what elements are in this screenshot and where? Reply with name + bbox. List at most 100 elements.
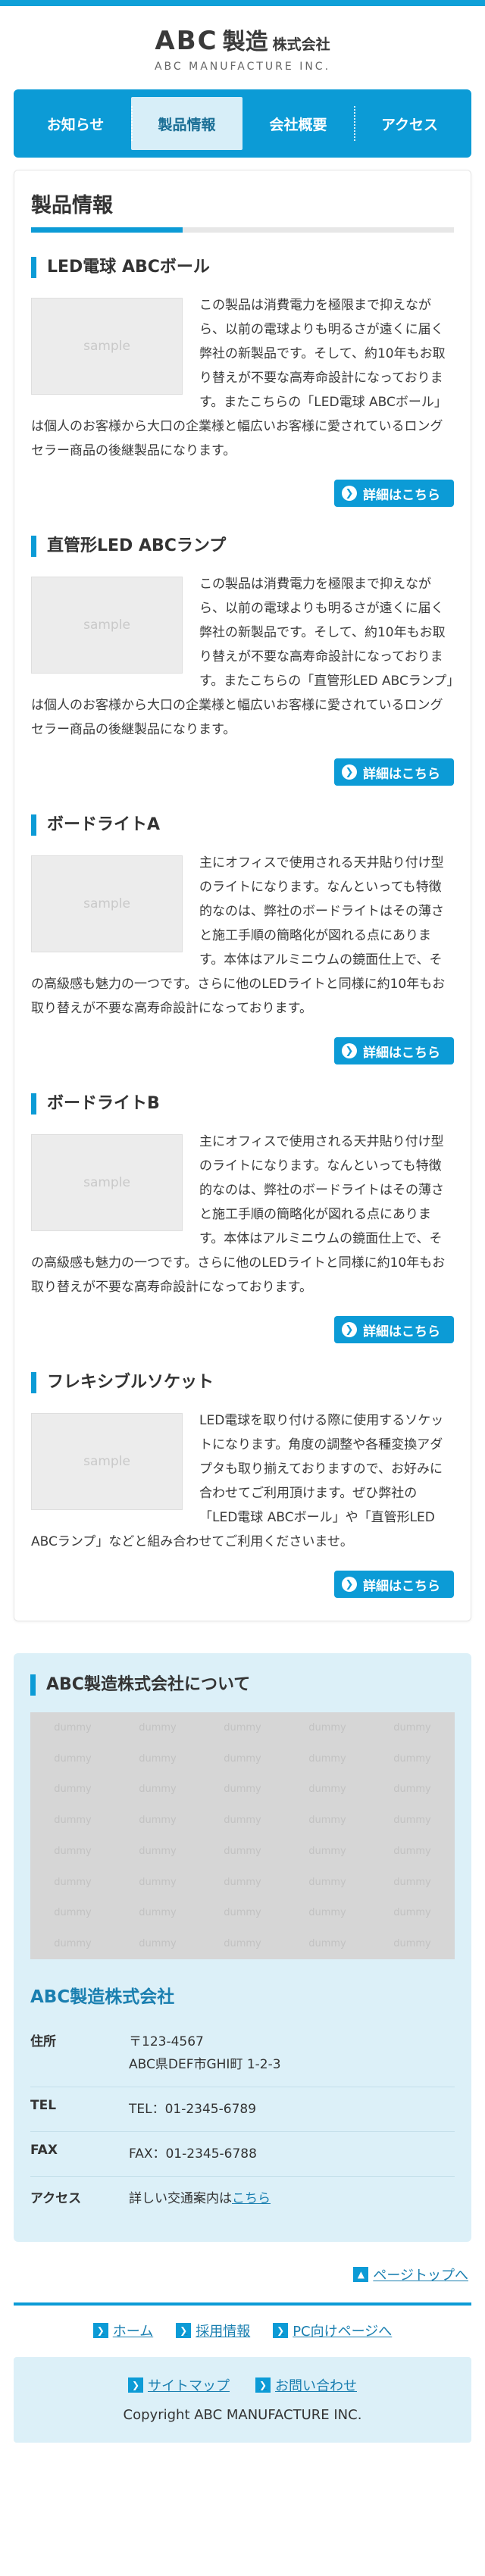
product-body: sample この製品は消費電力を極限まで抑えながら、以前の電球よりも明るさが遠… (31, 572, 454, 742)
site-header: ABC 製造 株式会社 ABC MANUFACTURE INC. (0, 6, 485, 89)
map-dummy-label: dummy (393, 1876, 431, 1888)
pagetop-label: ページトップへ (373, 2268, 468, 2284)
chevron-right-icon: ❯ (342, 486, 357, 501)
product-name: ボードライトA (31, 814, 454, 836)
info-row-fax: FAX FAX：01-2345-6788 (30, 2132, 455, 2177)
access-link[interactable]: こちら (232, 2191, 271, 2206)
map-dummy-label: dummy (308, 1815, 346, 1827)
map-dummy-label: dummy (224, 1876, 261, 1888)
pagetop-link[interactable]: ▲ ページトップへ (353, 2265, 468, 2284)
logo-seizo: 製造 (222, 29, 268, 55)
map-dummy-label: dummy (139, 1815, 177, 1827)
nav-item-products[interactable]: 製品情報 (131, 97, 242, 150)
map-dummy-label: dummy (139, 1784, 177, 1796)
map-dummy-label: dummy (224, 1845, 261, 1857)
map-dummy-label: dummy (393, 1907, 431, 1919)
detail-button[interactable]: ❯ 詳細はこちら (334, 758, 454, 786)
site-logo[interactable]: ABC 製造 株式会社 (0, 23, 485, 56)
map-dummy-label: dummy (393, 1845, 431, 1857)
address: ABC県DEF市GHI町 1-2-3 (129, 2057, 281, 2072)
map-dummy-label: dummy (224, 1784, 261, 1796)
product-name: LED電球 ABCボール (31, 257, 454, 278)
top-accent-bar (0, 0, 485, 6)
product-sample-image: sample (31, 1413, 183, 1510)
map-placeholder[interactable]: dummy dummy dummy dummy dummy dummy dummy dummy… (30, 1712, 455, 1959)
map-dummy-label: dummy (139, 1938, 177, 1950)
map-dummy-label: dummy (54, 1907, 92, 1919)
nav-item-access[interactable]: アクセス (354, 97, 465, 150)
product-sample-image: sample (31, 577, 183, 674)
footer-link-contact[interactable]: ❯ お問い合わせ (255, 2375, 357, 2395)
detail-button-label: 詳細はこちら (363, 766, 440, 782)
copyright: Copyright ABC MANUFACTURE INC. (123, 2407, 362, 2423)
title-underline (31, 227, 454, 233)
map-dummy-label: dummy (224, 1815, 261, 1827)
map-dummy-label: dummy (224, 1907, 261, 1919)
detail-button[interactable]: ❯ 詳細はこちら (334, 1571, 454, 1598)
info-label: TEL (30, 2098, 57, 2113)
map-dummy-label: dummy (308, 1721, 346, 1733)
map-dummy-label: dummy (393, 1752, 431, 1765)
detail-button[interactable]: ❯ 詳細はこちら (334, 1316, 454, 1343)
logo-subtitle: ABC MANUFACTURE INC. (154, 61, 331, 73)
chevron-right-icon: ❯ (176, 2323, 192, 2338)
product-body: sample この製品は消費電力を極限まで抑えながら、以前の電球よりも明るさが遠… (31, 293, 454, 463)
map-dummy-label: dummy (54, 1815, 92, 1827)
tel-value: TEL：01-2345-6789 (129, 2102, 257, 2117)
nav-item-company[interactable]: 会社概要 (242, 97, 354, 150)
chevron-right-icon: ❯ (342, 1043, 357, 1058)
footer-nav-secondary: ❯ サイトマップ ❯ お問い合わせ (14, 2375, 471, 2395)
map-dummy-label: dummy (54, 1876, 92, 1888)
map-dummy-label: dummy (224, 1752, 261, 1765)
product-item: ボードライトB sample 主にオフィスで使用される天井貼り付け型のライトにな… (31, 1093, 454, 1343)
map-dummy-label: dummy (393, 1721, 431, 1733)
global-nav: お知らせ 製品情報 会社概要 アクセス (14, 89, 471, 158)
map-dummy-label: dummy (308, 1938, 346, 1950)
footer-link-label: お問い合わせ (275, 2378, 357, 2394)
info-row-tel: TEL TEL：01-2345-6789 (30, 2087, 455, 2132)
product-name: 直管形LED ABCランプ (31, 536, 454, 557)
pagetop-row: ▲ ページトップへ (17, 2265, 468, 2284)
nav-item-news[interactable]: お知らせ (20, 97, 131, 150)
about-section: ABC製造株式会社について dummy dummy dummy dummy dummy d… (14, 1653, 471, 2242)
product-item: フレキシブルソケット sample LED電球を取り付ける際に使用するソケットに… (31, 1372, 454, 1598)
product-body: sample LED電球を取り付ける際に使用するソケットになります。角度の調整や… (31, 1408, 454, 1554)
map-dummy-label: dummy (308, 1907, 346, 1919)
chevron-right-icon: ❯ (342, 764, 357, 780)
detail-button[interactable]: ❯ 詳細はこちら (334, 1037, 454, 1064)
map-dummy-label: dummy (54, 1938, 92, 1950)
company-name: ABC製造株式会社 (30, 1987, 175, 2007)
map-dummy-label: dummy (54, 1845, 92, 1857)
product-item: ボードライトA sample 主にオフィスで使用される天井貼り付け型のライトにな… (31, 814, 454, 1064)
footer-link-recruit[interactable]: ❯ 採用情報 (176, 2321, 250, 2340)
footer-box: ❯ サイトマップ ❯ お問い合わせ Copyright ABC MANUFACT… (14, 2357, 471, 2443)
chevron-right-icon: ❯ (273, 2323, 289, 2338)
map-dummy-label: dummy (393, 1938, 431, 1950)
product-item: 直管形LED ABCランプ sample この製品は消費電力を極限まで抑えながら… (31, 536, 454, 786)
info-row-address: 住所 〒123-4567 ABC県DEF市GHI町 1-2-3 (30, 2020, 455, 2087)
product-sample-image: sample (31, 1134, 183, 1231)
products-section: 製品情報 LED電球 ABCボール sample この製品は消費電力を極限まで抑… (14, 170, 471, 1621)
info-label: アクセス (30, 2191, 82, 2206)
chevron-right-icon: ❯ (255, 2377, 271, 2393)
detail-button[interactable]: ❯ 詳細はこちら (334, 480, 454, 507)
footer-link-home[interactable]: ❯ ホーム (92, 2321, 153, 2340)
chevron-right-icon: ❯ (342, 1322, 357, 1337)
info-label: 住所 (30, 2034, 56, 2049)
footer-link-sitemap[interactable]: ❯ サイトマップ (128, 2375, 230, 2395)
map-dummy-label: dummy (224, 1938, 261, 1950)
footer-link-pc[interactable]: ❯ PC向けページへ (273, 2321, 392, 2340)
detail-button-label: 詳細はこちら (363, 487, 440, 503)
map-dummy-label: dummy (393, 1784, 431, 1796)
product-body: sample 主にオフィスで使用される天井貼り付け型のライトになります。なんとい… (31, 1130, 454, 1299)
detail-button-label: 詳細はこちら (363, 1045, 440, 1061)
chevron-right-icon: ❯ (92, 2323, 108, 2338)
map-dummy-label: dummy (393, 1815, 431, 1827)
footer-link-label: 採用情報 (196, 2324, 251, 2340)
map-dummy-label: dummy (139, 1845, 177, 1857)
product-name: フレキシブルソケット (31, 1372, 454, 1393)
product-body: sample 主にオフィスで使用される天井貼り付け型のライトになります。なんとい… (31, 851, 454, 1021)
map-dummy-label: dummy (308, 1752, 346, 1765)
map-dummy-label: dummy (139, 1721, 177, 1733)
chevron-right-icon: ❯ (128, 2377, 143, 2393)
